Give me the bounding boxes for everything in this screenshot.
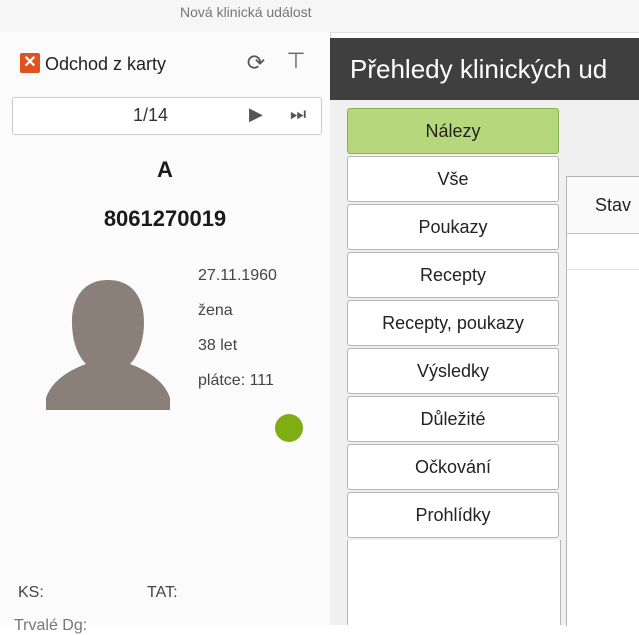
tab-nalezy[interactable]: Nálezy bbox=[347, 108, 559, 154]
last-icon[interactable]: ⏭ bbox=[290, 104, 306, 125]
window-title-bar: Nová klinická událost bbox=[0, 0, 639, 33]
status-dot bbox=[275, 414, 303, 442]
tab-recepty[interactable]: Recepty bbox=[347, 252, 559, 298]
records-grid[interactable]: Stav bbox=[566, 176, 639, 626]
patient-payer: plátce: 111 bbox=[198, 372, 274, 389]
exit-toolbar: ✕ Odchod z karty ⟳ ⊤ bbox=[0, 46, 330, 86]
window-title: Nová klinická událost bbox=[180, 4, 312, 20]
tab-vysledky[interactable]: Výsledky bbox=[347, 348, 559, 394]
toolbar-area bbox=[566, 108, 639, 168]
exit-card-button[interactable]: Odchod z karty bbox=[45, 54, 166, 75]
patient-birth-date: 27.11.1960 bbox=[198, 267, 277, 284]
column-header-stav[interactable]: Stav bbox=[595, 195, 631, 216]
pager-count[interactable]: 1/14 bbox=[133, 105, 168, 126]
record-pager[interactable]: 1/14 ▶ ⏭ bbox=[12, 97, 322, 135]
tab-vse[interactable]: Vše bbox=[347, 156, 559, 202]
refresh-icon[interactable]: ⟳ bbox=[243, 50, 269, 76]
pin-icon[interactable]: ⊤ bbox=[283, 48, 309, 76]
tab-list-filler bbox=[347, 540, 561, 625]
tat-label: TAT: bbox=[147, 584, 178, 601]
ks-label: KS: bbox=[18, 584, 44, 601]
diagnosis-label: Trvalé Dg: bbox=[14, 617, 88, 634]
tab-poukazy[interactable]: Poukazy bbox=[347, 204, 559, 250]
section-header: Přehledy klinických ud bbox=[330, 38, 639, 100]
patient-gender: žena bbox=[198, 302, 233, 319]
grid-header: Stav bbox=[567, 177, 639, 234]
avatar-silhouette bbox=[34, 270, 182, 410]
next-icon[interactable]: ▶ bbox=[249, 104, 263, 125]
tab-dulezite[interactable]: Důležité bbox=[347, 396, 559, 442]
tab-prohlidky[interactable]: Prohlídky bbox=[347, 492, 559, 538]
tab-ockovani[interactable]: Očkování bbox=[347, 444, 559, 490]
close-icon[interactable]: ✕ bbox=[20, 53, 40, 73]
patient-age: 38 let bbox=[198, 337, 238, 354]
patient-id: 8061270019 bbox=[103, 206, 227, 231]
table-row[interactable] bbox=[567, 233, 639, 270]
tab-recepty-poukazy[interactable]: Recepty, poukazy bbox=[347, 300, 559, 346]
patient-panel: ✕ Odchod z karty ⟳ ⊤ 1/14 ▶ ⏭ A 80612700… bbox=[0, 32, 331, 634]
section-title: Přehledy klinických ud bbox=[350, 54, 608, 84]
patient-name: A bbox=[157, 157, 173, 182]
